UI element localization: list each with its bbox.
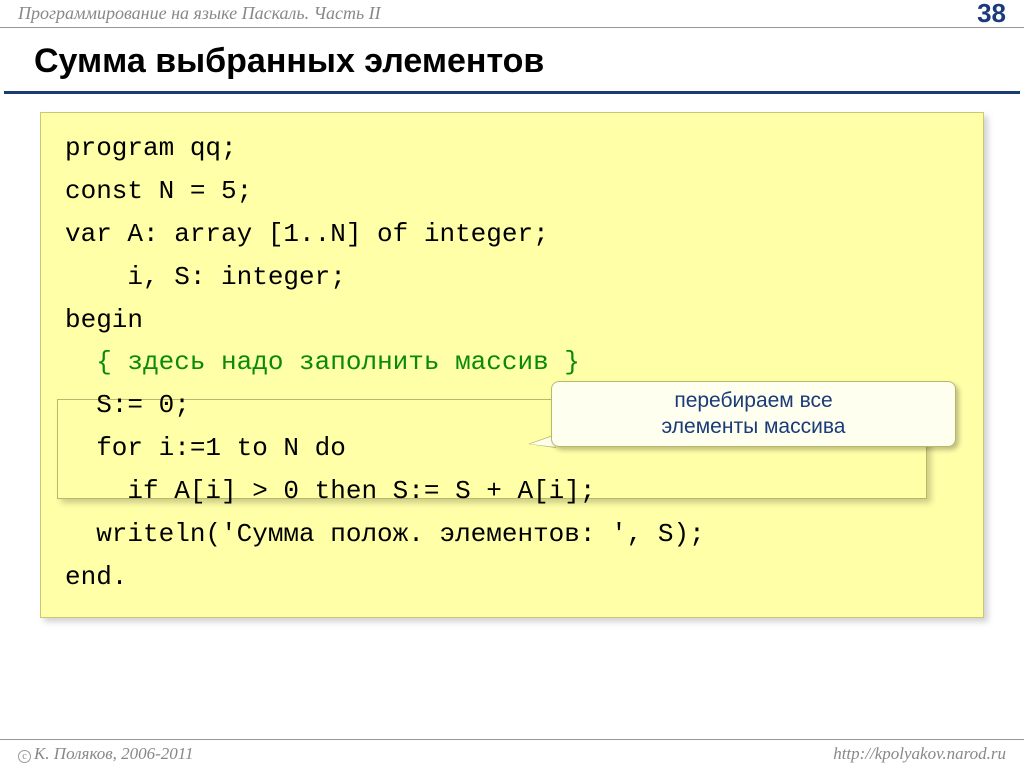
slide-title: Сумма выбранных элементов — [4, 28, 1020, 94]
code-line: begin — [65, 299, 959, 342]
code-line: program qq; — [65, 127, 959, 170]
slide-header: Программирование на языке Паскаль. Часть… — [0, 0, 1024, 28]
code-comment: { здесь надо заполнить массив } — [96, 347, 580, 377]
code-line: writeln('Сумма полож. элементов: ', S); — [65, 513, 959, 556]
code-line: if A[i] > 0 then S:= S + A[i]; — [65, 470, 959, 513]
callout-box: перебираем все элементы массива — [551, 381, 956, 447]
footer-url: http://kpolyakov.narod.ru — [833, 744, 1006, 764]
header-title: Программирование на языке Паскаль. Часть… — [18, 3, 977, 24]
code-line: end. — [65, 556, 959, 599]
footer-copyright: cК. Поляков, 2006-2011 — [18, 744, 833, 764]
slide-footer: cК. Поляков, 2006-2011 http://kpolyakov.… — [0, 739, 1024, 767]
code-line: i, S: integer; — [65, 256, 959, 299]
page-number: 38 — [977, 0, 1006, 29]
code-line: const N = 5; — [65, 170, 959, 213]
copyright-icon: c — [18, 750, 31, 763]
code-block: program qq; const N = 5; var A: array [1… — [40, 112, 984, 618]
code-line: { здесь надо заполнить массив } — [65, 341, 959, 384]
code-line: var A: array [1..N] of integer; — [65, 213, 959, 256]
callout-text: перебираем все элементы массива — [662, 388, 846, 441]
